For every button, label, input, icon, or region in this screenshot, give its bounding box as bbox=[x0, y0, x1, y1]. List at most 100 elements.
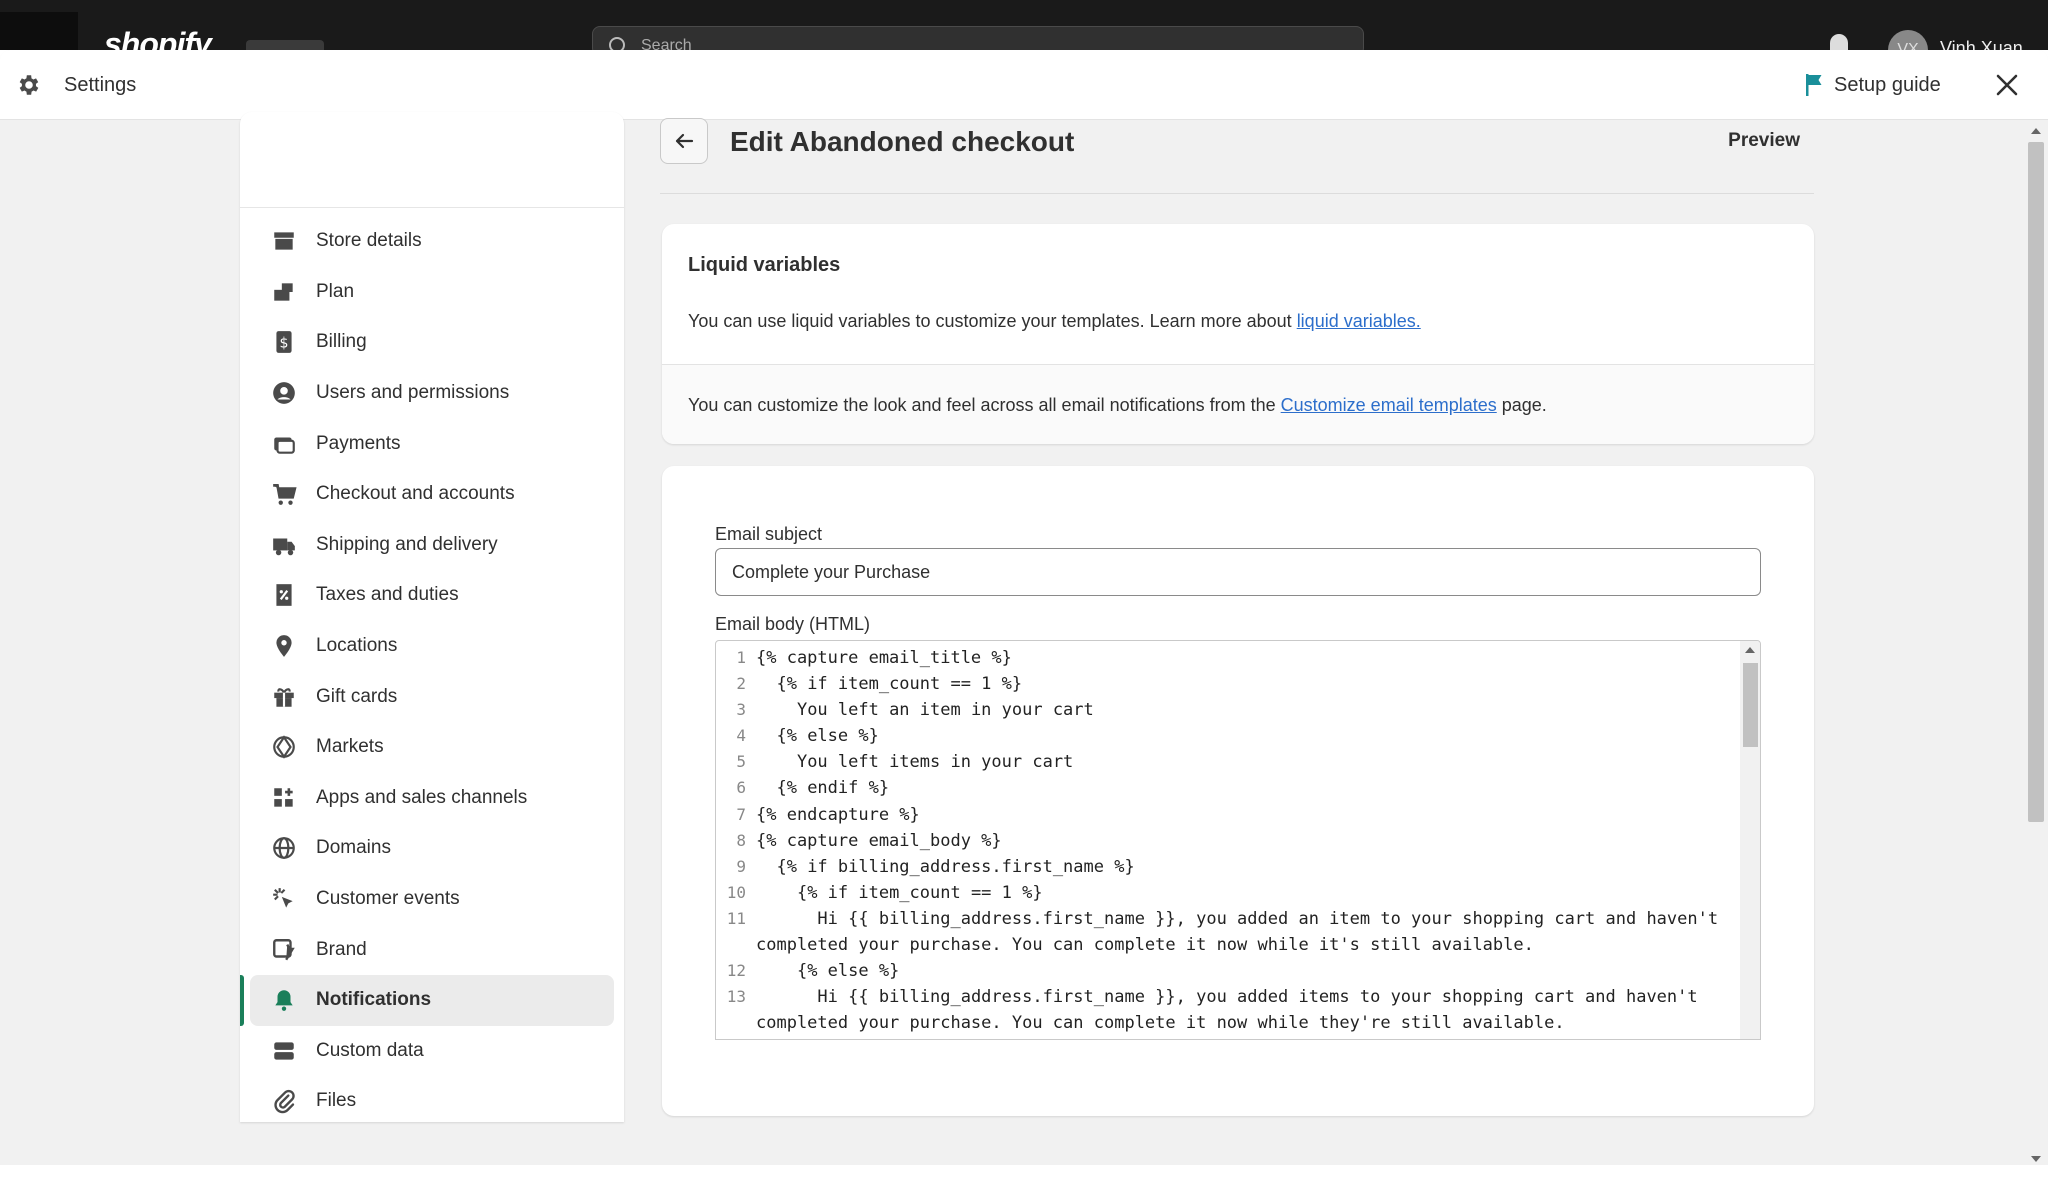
back-button[interactable] bbox=[660, 118, 708, 164]
sidebar-item-taxes-and-duties[interactable]: Taxes and duties bbox=[250, 570, 614, 621]
code-line: 3 You left an item in your cart bbox=[716, 697, 1736, 723]
line-number: 4 bbox=[736, 726, 746, 746]
plan-icon bbox=[270, 278, 298, 306]
store-icon bbox=[270, 227, 298, 255]
line-text: {% if item_count == 1 %} bbox=[756, 674, 1023, 695]
sidebar-item-gift-cards[interactable]: Gift cards bbox=[250, 671, 614, 722]
sidebar-item-label: Custom data bbox=[316, 1039, 424, 1061]
gear-icon bbox=[19, 75, 39, 95]
sidebar-item-notifications[interactable]: Notifications bbox=[240, 974, 614, 1026]
line-text: Hi {{ billing_address.first_name }}, you… bbox=[756, 987, 1708, 1034]
customize-text: You can customize the look and feel acro… bbox=[688, 395, 1281, 415]
sidebar-item-brand[interactable]: Brand bbox=[250, 924, 614, 975]
sidebar-item-shipping-and-delivery[interactable]: Shipping and delivery bbox=[250, 520, 614, 571]
sidebar-item-apps-and-sales-channels[interactable]: Apps and sales channels bbox=[250, 773, 614, 824]
email-body-code-editor[interactable]: 1 {% capture email_title %} 2 {% if item_c… bbox=[715, 640, 1761, 1040]
code-lines: 1 {% capture email_title %} 2 {% if item_c… bbox=[716, 645, 1736, 1039]
brand-icon bbox=[270, 936, 298, 964]
sidebar-list: Store details Plan $ Billing Users and permi… bbox=[240, 208, 624, 1135]
page-scrollbar[interactable] bbox=[2026, 126, 2046, 1165]
code-line: 2 {% if item_count == 1 %} bbox=[716, 671, 1736, 697]
line-number: 1 bbox=[736, 648, 746, 667]
payments-icon bbox=[270, 430, 298, 458]
line-text: {% capture email_body %} bbox=[756, 830, 1002, 851]
code-scrollbar[interactable] bbox=[1740, 641, 1760, 1039]
line-number: 7 bbox=[736, 804, 746, 824]
code-line: 13 Hi {{ billing_address.first_name }}, … bbox=[716, 984, 1736, 1036]
sidebar-item-domains[interactable]: Domains bbox=[250, 823, 614, 874]
code-line: 4 {% else %} bbox=[716, 723, 1736, 749]
page-header: Edit Abandoned checkout Preview bbox=[660, 112, 1814, 194]
code-scroll-thumb[interactable] bbox=[1743, 663, 1758, 747]
sidebar-item-label: Notifications bbox=[316, 989, 432, 1011]
location-icon bbox=[270, 632, 298, 660]
code-line: 5 You left items in your cart bbox=[716, 749, 1736, 775]
scroll-thumb[interactable] bbox=[2028, 142, 2044, 822]
sidebar-item-locations[interactable]: Locations bbox=[250, 621, 614, 672]
line-number: 2 bbox=[736, 674, 746, 694]
line-number: 9 bbox=[736, 856, 746, 876]
cursor-icon bbox=[270, 885, 298, 913]
line-number: 5 bbox=[736, 752, 746, 772]
line-text: {% endif %} bbox=[756, 778, 890, 799]
scroll-down-icon[interactable] bbox=[2031, 1156, 2041, 1162]
line-text: {% else %} bbox=[756, 726, 879, 747]
email-body-label: Email body (HTML) bbox=[715, 614, 871, 634]
line-number: 14 bbox=[716, 1036, 756, 1039]
code-line: 7 {% endcapture %} bbox=[716, 802, 1736, 828]
email-card: Email subject Complete your Purchase Ema… bbox=[662, 466, 1814, 1116]
sidebar-store-header bbox=[240, 112, 624, 208]
database-icon bbox=[270, 1037, 298, 1065]
code-line: 9 {% if billing_address.first_name %} bbox=[716, 854, 1736, 880]
settings-sidebar: Store details Plan $ Billing Users and permi… bbox=[240, 112, 624, 1122]
line-number: 3 bbox=[736, 700, 746, 720]
code-line: 8 {% capture email_body %} bbox=[716, 828, 1736, 854]
tax-icon bbox=[270, 581, 298, 609]
line-number: 12 bbox=[726, 961, 746, 981]
line-number: 10 bbox=[726, 882, 746, 902]
arrow-left-icon bbox=[675, 133, 694, 149]
customize-email-templates-link[interactable]: Customize email templates bbox=[1281, 395, 1497, 415]
liquid-text: You can use liquid variables to customiz… bbox=[688, 311, 1297, 331]
liquid-description: You can use liquid variables to customiz… bbox=[688, 311, 1788, 332]
customize-suffix: page. bbox=[1496, 395, 1547, 415]
line-text: {% endcapture %} bbox=[756, 804, 920, 825]
line-text: {% else %} bbox=[756, 961, 900, 982]
sidebar-item-checkout-and-accounts[interactable]: Checkout and accounts bbox=[250, 469, 614, 520]
user-icon bbox=[270, 379, 298, 407]
sidebar-item-label: Plan bbox=[316, 280, 355, 302]
sidebar-item-custom-data[interactable]: Custom data bbox=[250, 1026, 614, 1077]
liquid-variables-card: Liquid variables You can use liquid vari… bbox=[662, 224, 1814, 444]
sidebar-item-label: Shipping and delivery bbox=[316, 533, 498, 555]
code-scroll-up-icon[interactable] bbox=[1745, 647, 1755, 653]
sidebar-item-users-and-permissions[interactable]: Users and permissions bbox=[250, 368, 614, 419]
sidebar-item-payments[interactable]: Payments bbox=[250, 418, 614, 469]
scroll-up-icon[interactable] bbox=[2031, 128, 2041, 134]
code-line: 12 {% else %} bbox=[716, 958, 1736, 984]
line-text: {% endif %} bbox=[756, 1036, 1726, 1039]
apps-icon bbox=[270, 784, 298, 812]
email-subject-input[interactable]: Complete your Purchase bbox=[715, 548, 1761, 596]
sidebar-item-label: Users and permissions bbox=[316, 382, 510, 404]
code-line: 1 {% capture email_title %} bbox=[716, 645, 1736, 671]
close-icon[interactable] bbox=[1992, 70, 2022, 100]
setup-guide-button[interactable]: Setup guide bbox=[1834, 74, 1941, 97]
settings-modal: Settings Setup guide Store details Plan $ B… bbox=[0, 50, 2048, 1165]
shopify-logo-icon[interactable] bbox=[0, 12, 78, 50]
line-number: 8 bbox=[736, 830, 746, 850]
truck-icon bbox=[270, 531, 298, 559]
sidebar-item-billing[interactable]: $ Billing bbox=[250, 317, 614, 368]
flag-icon bbox=[1806, 74, 1822, 96]
sidebar-item-customer-events[interactable]: Customer events bbox=[250, 874, 614, 925]
sidebar-item-label: Domains bbox=[316, 837, 391, 859]
sidebar-item-files[interactable]: Files bbox=[250, 1076, 614, 1127]
line-text: You left an item in your cart bbox=[756, 700, 1094, 721]
liquid-variables-link[interactable]: liquid variables. bbox=[1297, 311, 1421, 331]
code-line: 14 {% endif %} bbox=[716, 1036, 1736, 1039]
sidebar-item-markets[interactable]: Markets bbox=[250, 722, 614, 773]
preview-button[interactable]: Preview bbox=[1728, 130, 1800, 152]
liquid-heading: Liquid variables bbox=[688, 254, 841, 276]
sidebar-item-plan[interactable]: Plan bbox=[250, 267, 614, 318]
sidebar-item-label: Brand bbox=[316, 938, 367, 960]
sidebar-item-store-details[interactable]: Store details bbox=[250, 216, 614, 267]
